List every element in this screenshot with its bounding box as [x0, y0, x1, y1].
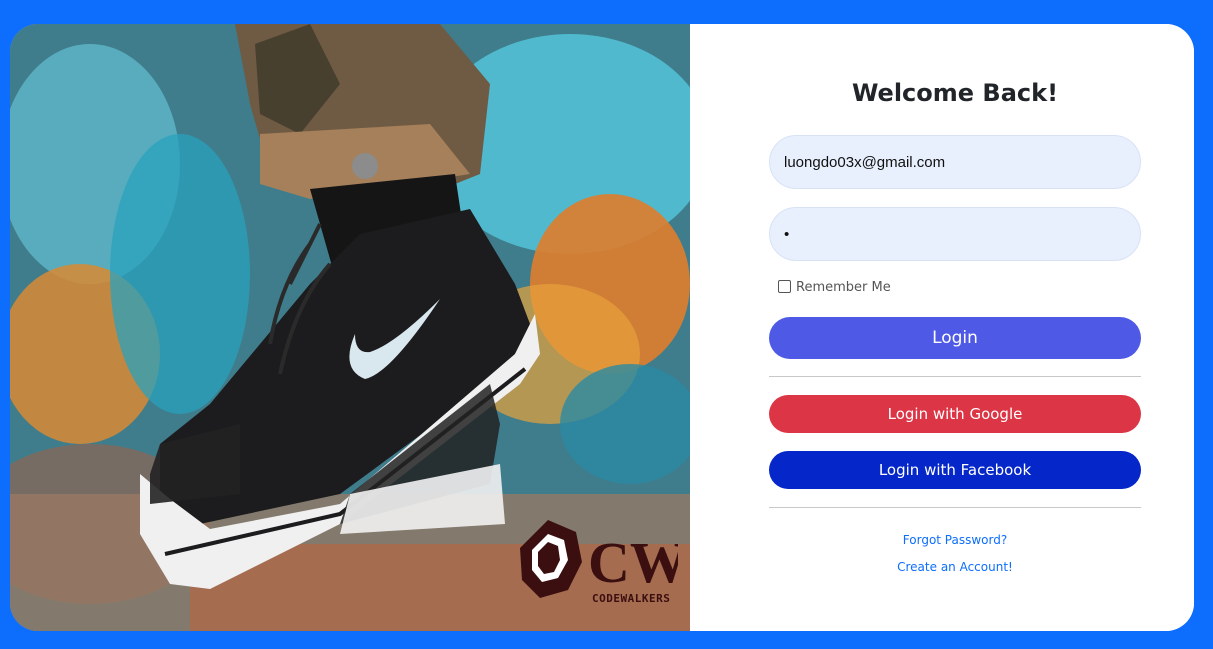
remember-me[interactable]: Remember Me [778, 279, 891, 295]
login-card: CW CODEWALKERS Welcome Back! Remember Me… [10, 24, 1194, 631]
logo-wordmark: CODEWALKERS [592, 592, 671, 605]
codewalkers-logo: CW CODEWALKERS [518, 518, 688, 608]
login-button[interactable]: Login [769, 317, 1141, 359]
password-input[interactable] [769, 207, 1141, 261]
login-panel: Welcome Back! Remember Me Login Login wi… [690, 24, 1194, 631]
login-facebook-button[interactable]: Login with Facebook [769, 451, 1141, 489]
email-input[interactable] [769, 135, 1141, 189]
divider [769, 376, 1141, 377]
checkbox-unchecked-icon[interactable] [778, 279, 791, 293]
hero-image: CW CODEWALKERS [10, 24, 690, 631]
page-title: Welcome Back! [851, 79, 1059, 107]
create-account-link[interactable]: Create an Account! [690, 560, 1194, 574]
login-google-button[interactable]: Login with Google [769, 395, 1141, 433]
forgot-password-link[interactable]: Forgot Password? [690, 533, 1194, 547]
remember-me-label: Remember Me [796, 280, 891, 295]
divider [769, 507, 1141, 508]
logo-monogram: CW [588, 530, 678, 595]
